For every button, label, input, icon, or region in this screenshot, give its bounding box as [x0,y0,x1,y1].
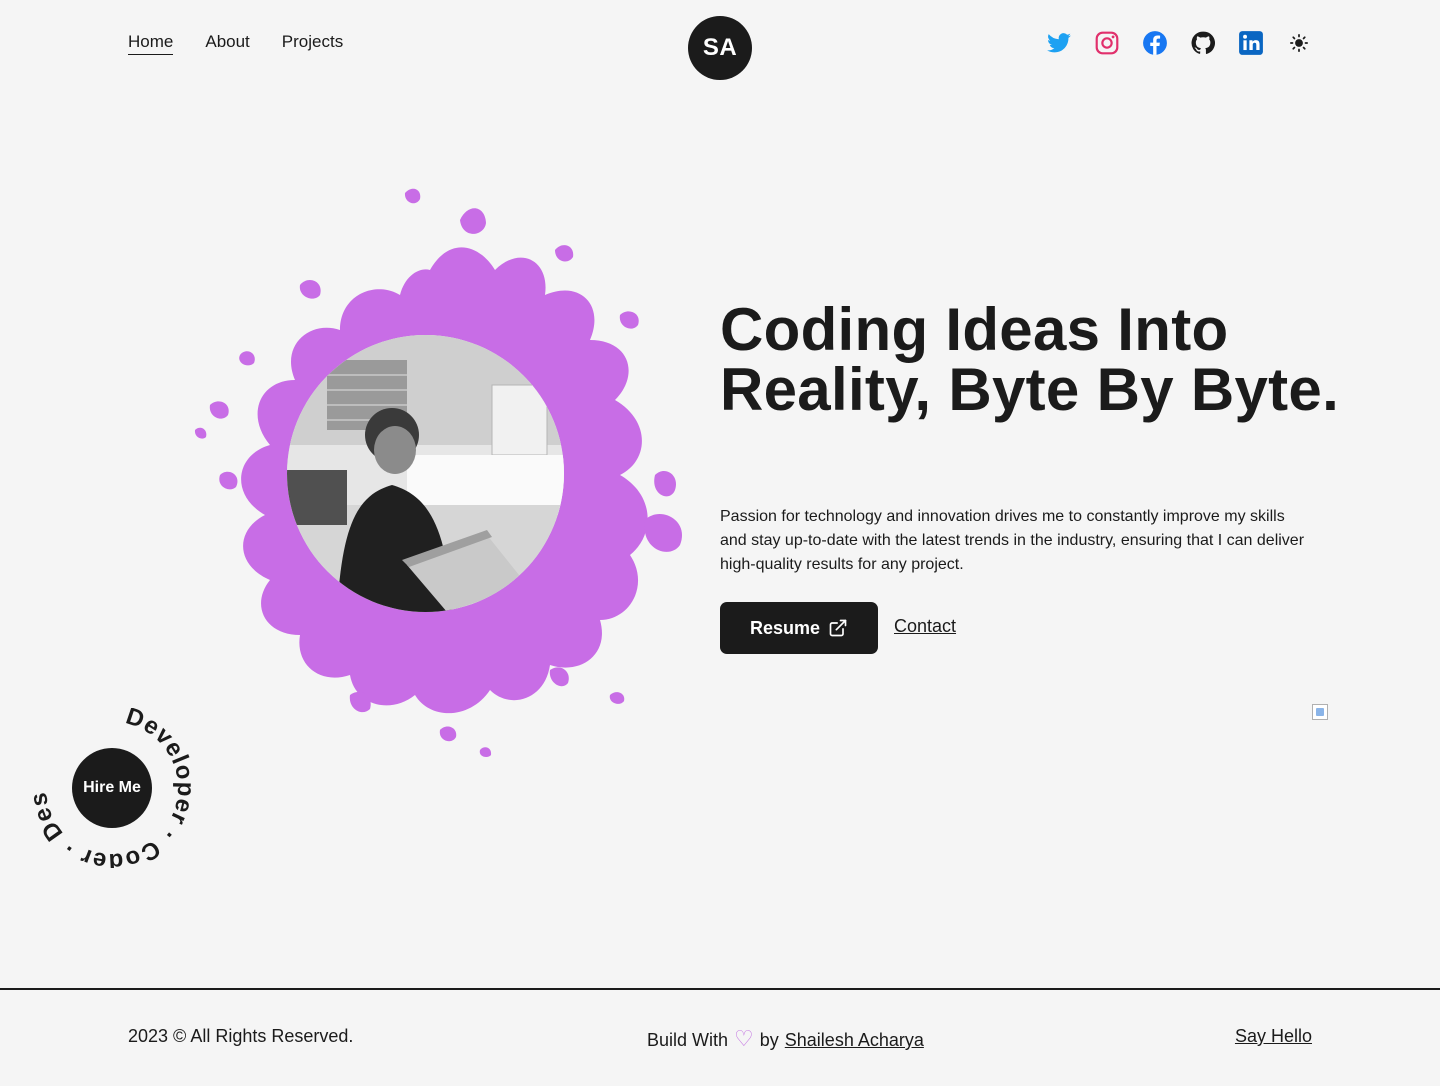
build-credit: Build With ♡ by Shailesh Acharya [647,1026,924,1052]
hero-description: Passion for technology and innovation dr… [720,508,1305,573]
broken-image-icon [1312,704,1328,720]
github-icon[interactable] [1190,30,1216,56]
build-by: by [759,1030,779,1050]
build-prefix: Build With [647,1030,729,1050]
resume-label: Resume [749,617,821,638]
copyright-text: 2023 © All Rights Reserved. [128,1026,354,1046]
linkedin-icon[interactable] [1238,30,1264,56]
contact-link[interactable]: Contact [894,616,956,637]
main-nav: Home About Projects [128,32,343,55]
sun-icon[interactable] [1286,30,1312,56]
external-link-icon [829,619,847,637]
footer: 2023 © All Rights Reserved. Build With ♡… [0,988,1440,1086]
heart-icon: ♡ [734,1026,754,1051]
site-logo[interactable]: SA [688,16,752,80]
hire-me-button[interactable]: Hire Me [72,748,152,828]
twitter-icon[interactable] [1046,30,1072,56]
author-link[interactable]: Shailesh Acharya [785,1030,924,1051]
say-hello-link[interactable]: Say Hello [1235,1026,1312,1047]
nav-about-link[interactable]: About [205,32,249,55]
nav-home-link[interactable]: Home [128,32,174,55]
facebook-icon[interactable] [1142,30,1168,56]
profile-photo [287,335,564,612]
social-links [1046,30,1312,56]
resume-button[interactable]: Resume [720,602,878,654]
instagram-icon[interactable] [1094,30,1120,56]
hero-title: Coding Ideas Into Reality, Byte By Byte. [720,296,1340,423]
nav-projects-link[interactable]: Projects [282,32,343,55]
